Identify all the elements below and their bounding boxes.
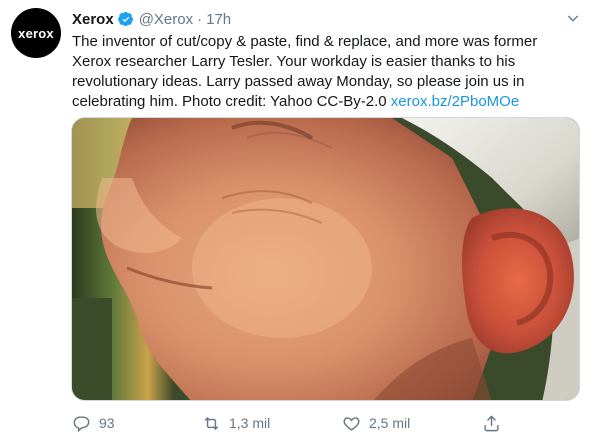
like-button[interactable]: 2,5 mil xyxy=(342,414,482,433)
like-count: 2,5 mil xyxy=(369,415,411,431)
share-button[interactable] xyxy=(482,414,512,433)
avatar-logo-text: xerox xyxy=(18,25,54,41)
retweet-icon xyxy=(204,416,219,430)
reply-count: 93 xyxy=(99,415,115,431)
tweet-actions: 93 1,3 mil 2,5 mil xyxy=(72,410,512,436)
separator-dot: · xyxy=(197,10,203,28)
tweet-text: The inventor of cut/copy & paste, find &… xyxy=(72,32,572,112)
portrait-photo xyxy=(72,118,579,400)
avatar[interactable]: xerox xyxy=(11,8,61,58)
tweet-header: Xerox @Xerox · 17h xyxy=(72,9,231,29)
retweet-button[interactable]: 1,3 mil xyxy=(202,414,342,433)
chevron-down-icon[interactable] xyxy=(565,10,581,26)
timestamp[interactable]: 17h xyxy=(206,11,231,28)
reply-button[interactable]: 93 xyxy=(72,414,202,433)
tweet-link[interactable]: xerox.bz/2PboMOe xyxy=(391,93,519,110)
share-icon xyxy=(484,414,499,431)
handle[interactable]: @Xerox xyxy=(139,11,193,28)
retweet-count: 1,3 mil xyxy=(229,415,271,431)
like-icon xyxy=(343,416,360,431)
reply-icon xyxy=(73,415,90,432)
display-name[interactable]: Xerox xyxy=(72,11,114,28)
tweet: xerox Xerox @Xerox · 17h The inventor of… xyxy=(0,0,595,443)
verified-badge-icon xyxy=(117,11,134,27)
tweet-photo[interactable] xyxy=(71,117,580,401)
